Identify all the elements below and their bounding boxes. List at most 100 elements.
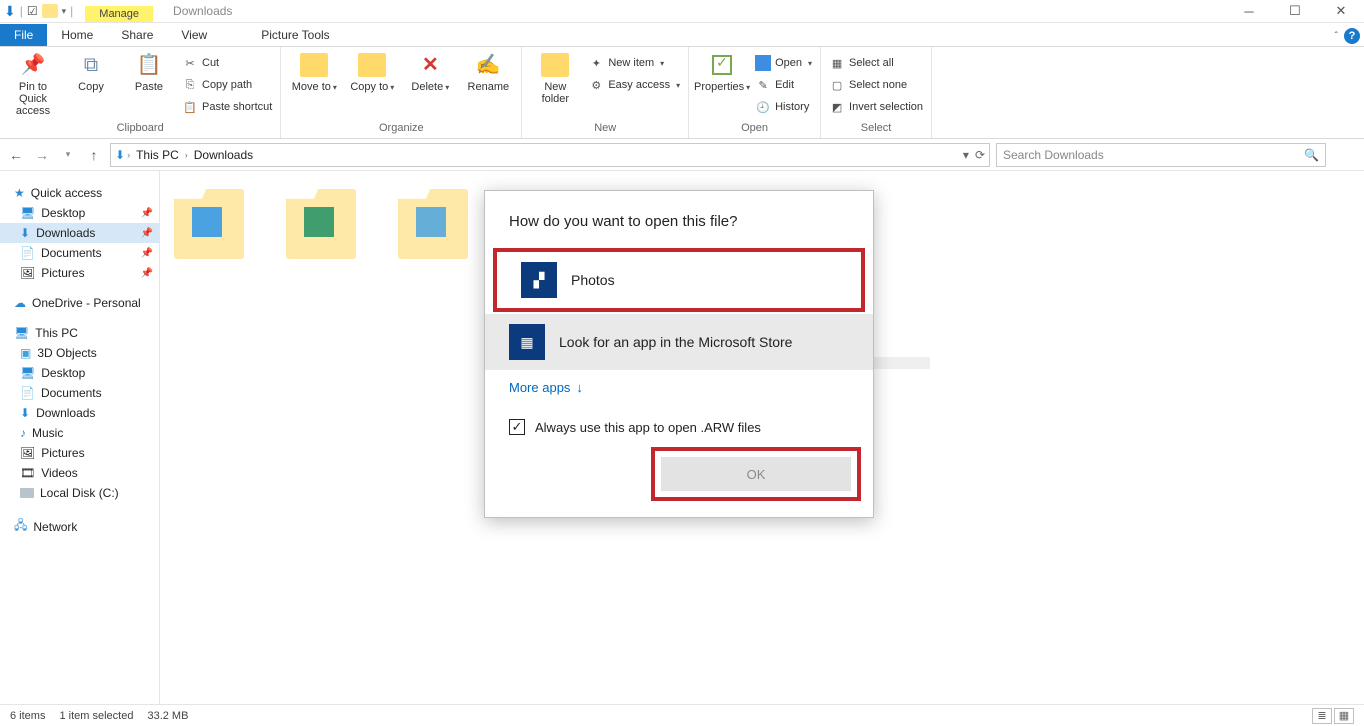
sidebar-network[interactable]: 🖧Network bbox=[0, 513, 159, 540]
address-bar[interactable]: ⬇ › This PC › Downloads ▾ ⟳ bbox=[110, 143, 990, 167]
sidebar-documents[interactable]: 📄Documents📌 bbox=[0, 243, 159, 263]
chevron-down-icon: ▾ bbox=[660, 59, 664, 68]
search-input[interactable]: Search Downloads 🔍 bbox=[996, 143, 1326, 167]
qat-dropdown-icon[interactable]: ▾ bbox=[62, 6, 67, 17]
qat-check-icon[interactable]: ☑ bbox=[27, 4, 38, 18]
chevron-down-icon: ▾ bbox=[808, 59, 812, 68]
sidebar-pictures[interactable]: 🖼Pictures📌 bbox=[0, 263, 159, 283]
highlight-photos: ▞ Photos bbox=[493, 248, 865, 312]
rename-button[interactable]: ✍ Rename bbox=[463, 51, 513, 93]
sidebar-3d-objects[interactable]: ▣3D Objects bbox=[0, 343, 159, 363]
nav-back-button[interactable]: ← bbox=[6, 147, 26, 163]
move-to-button[interactable]: Move to▾ bbox=[289, 51, 339, 93]
store-label: Look for an app in the Microsoft Store bbox=[559, 334, 792, 350]
delete-button[interactable]: ✕ Delete▾ bbox=[405, 51, 455, 93]
invert-selection-button[interactable]: ◩Invert selection bbox=[829, 97, 923, 117]
open-button[interactable]: Open▾ bbox=[755, 53, 812, 73]
open-icon bbox=[755, 55, 771, 71]
pin-icon: 📌 bbox=[141, 248, 153, 259]
history-icon: 🕘 bbox=[755, 101, 771, 114]
tab-view[interactable]: View bbox=[167, 24, 221, 46]
help-icon[interactable]: ? bbox=[1344, 28, 1360, 44]
sidebar-videos[interactable]: 🎞Videos bbox=[0, 463, 159, 483]
new-folder-button[interactable]: New folder bbox=[530, 51, 580, 105]
address-folder-icon: ⬇ bbox=[115, 148, 125, 162]
new-item-button[interactable]: ✦New item▾ bbox=[588, 53, 680, 73]
address-dropdown-icon[interactable]: ▾ bbox=[963, 148, 969, 162]
sidebar-downloads[interactable]: ⬇Downloads📌 bbox=[0, 223, 159, 243]
tab-home[interactable]: Home bbox=[47, 24, 107, 46]
dialog-option-store[interactable]: ▦ Look for an app in the Microsoft Store bbox=[485, 314, 873, 370]
minimize-button[interactable]: ─ bbox=[1226, 0, 1272, 22]
pin-label: Pin to Quick access bbox=[8, 81, 58, 117]
ribbon-group-select: ▦Select all ▢Select none ◩Invert selecti… bbox=[821, 47, 932, 138]
ribbon-collapse-icon[interactable]: ˆ bbox=[1335, 31, 1338, 42]
sidebar: ★Quick access 🖥Desktop📌 ⬇Downloads📌 📄Doc… bbox=[0, 171, 160, 704]
qat-folder-icon[interactable] bbox=[42, 4, 58, 18]
view-large-icons-button[interactable]: ▦ bbox=[1334, 708, 1354, 724]
nav-forward-button[interactable]: → bbox=[32, 147, 52, 163]
documents-icon: 📄 bbox=[20, 386, 35, 400]
copy-path-button[interactable]: ⎘Copy path bbox=[182, 75, 272, 95]
objects3d-icon: ▣ bbox=[20, 346, 31, 360]
breadcrumb-downloads[interactable]: Downloads bbox=[190, 148, 257, 162]
sidebar-pictures-pc[interactable]: 🖼Pictures bbox=[0, 443, 159, 463]
refresh-icon[interactable]: ⟳ bbox=[975, 148, 985, 162]
pin-icon: 📌 bbox=[141, 268, 153, 279]
copy-button[interactable]: ⧉ Copy bbox=[66, 51, 116, 93]
chevron-down-icon: ▾ bbox=[746, 83, 750, 92]
paste-icon: 📋 bbox=[135, 51, 163, 79]
sidebar-downloads-pc[interactable]: ⬇Downloads bbox=[0, 403, 159, 423]
ribbon-group-clipboard: 📌 Pin to Quick access ⧉ Copy 📋 Paste ✂Cu… bbox=[0, 47, 281, 138]
new-item-icon: ✦ bbox=[588, 57, 604, 70]
paste-button[interactable]: 📋 Paste bbox=[124, 51, 174, 93]
sidebar-this-pc[interactable]: 🖥This PC bbox=[0, 323, 159, 343]
nav-recent-dropdown[interactable]: ▾ bbox=[58, 149, 78, 160]
tab-file[interactable]: File bbox=[0, 24, 47, 46]
copy-to-button[interactable]: Copy to▾ bbox=[347, 51, 397, 93]
history-button[interactable]: 🕘History bbox=[755, 97, 812, 117]
close-button[interactable]: ✕ bbox=[1318, 0, 1364, 22]
sidebar-desktop-pc[interactable]: 🖥Desktop bbox=[0, 363, 159, 383]
sidebar-onedrive[interactable]: ☁OneDrive - Personal bbox=[0, 293, 159, 313]
downloads-icon: ⬇ bbox=[20, 226, 30, 240]
tab-picture-tools[interactable]: Picture Tools bbox=[247, 24, 343, 46]
cut-button[interactable]: ✂Cut bbox=[182, 53, 272, 73]
sidebar-documents-pc[interactable]: 📄Documents bbox=[0, 383, 159, 403]
sidebar-local-disk[interactable]: Local Disk (C:) bbox=[0, 483, 159, 503]
paste-shortcut-button[interactable]: 📋Paste shortcut bbox=[182, 97, 272, 117]
easy-access-button[interactable]: ⚙Easy access▾ bbox=[588, 75, 680, 95]
folder-thumbnail[interactable] bbox=[174, 189, 244, 259]
select-none-button[interactable]: ▢Select none bbox=[829, 75, 923, 95]
search-icon: 🔍 bbox=[1304, 148, 1319, 162]
checkbox-checked-icon[interactable]: ✓ bbox=[509, 419, 525, 435]
pin-to-quick-access-button[interactable]: 📌 Pin to Quick access bbox=[8, 51, 58, 117]
always-use-checkbox-row[interactable]: ✓ Always use this app to open .ARW files bbox=[485, 405, 873, 441]
folder-thumbnail[interactable] bbox=[286, 189, 356, 259]
chevron-down-icon: ▾ bbox=[445, 83, 449, 92]
ribbon-group-organize: Move to▾ Copy to▾ ✕ Delete▾ ✍ Rename Org… bbox=[281, 47, 522, 138]
organize-group-label: Organize bbox=[289, 122, 513, 136]
nav-up-button[interactable]: ↑ bbox=[84, 147, 104, 163]
folder-thumbnail[interactable] bbox=[398, 189, 468, 259]
view-details-button[interactable]: ≣ bbox=[1312, 708, 1332, 724]
sidebar-music[interactable]: ♪Music bbox=[0, 423, 159, 443]
sidebar-quick-access[interactable]: ★Quick access bbox=[0, 183, 159, 203]
contextual-tab-manage[interactable]: Manage bbox=[85, 6, 153, 22]
properties-button[interactable]: Properties▾ bbox=[697, 51, 747, 93]
tab-share[interactable]: Share bbox=[107, 24, 167, 46]
edit-button[interactable]: ✎Edit bbox=[755, 75, 812, 95]
select-all-button[interactable]: ▦Select all bbox=[829, 53, 923, 73]
more-apps-link[interactable]: More apps ↓ bbox=[485, 370, 873, 405]
maximize-button[interactable]: ☐ bbox=[1272, 0, 1318, 22]
qat-down-arrow-icon[interactable]: ⬇ bbox=[4, 3, 16, 20]
this-pc-icon: 🖥 bbox=[14, 326, 29, 340]
titlebar: ⬇ | ☑ ▾ | Manage Downloads ─ ☐ ✕ bbox=[0, 0, 1364, 23]
sidebar-desktop[interactable]: 🖥Desktop📌 bbox=[0, 203, 159, 223]
dialog-option-photos[interactable]: ▞ Photos bbox=[497, 252, 861, 308]
clipboard-group-label: Clipboard bbox=[8, 122, 272, 136]
music-icon: ♪ bbox=[20, 426, 26, 440]
ok-button[interactable]: OK bbox=[661, 457, 851, 491]
breadcrumb-this-pc[interactable]: This PC bbox=[132, 148, 183, 162]
properties-icon bbox=[708, 51, 736, 79]
